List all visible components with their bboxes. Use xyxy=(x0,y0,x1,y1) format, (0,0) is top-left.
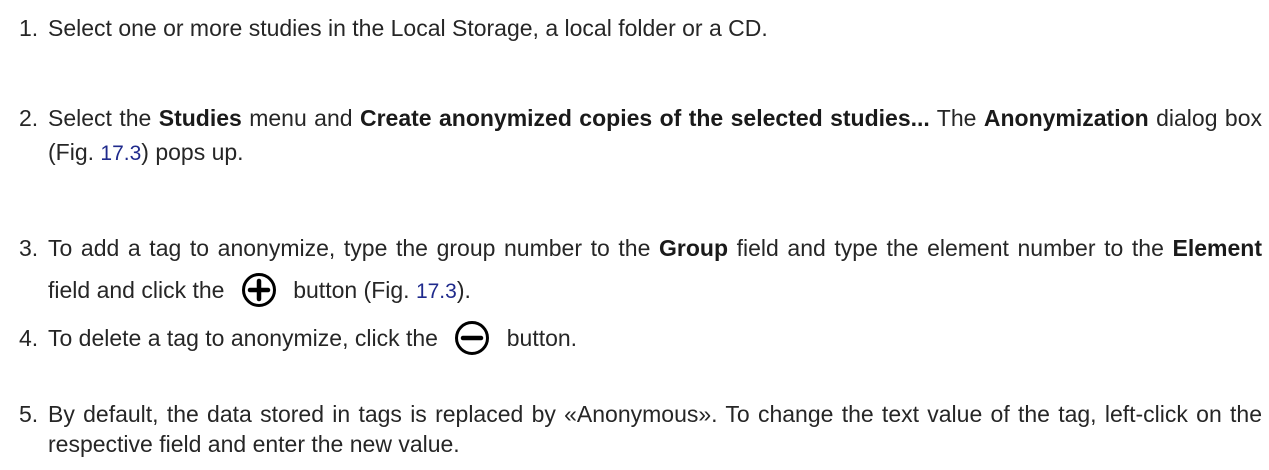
text-run: Select the xyxy=(48,105,159,131)
step-2: 2. Select the Studies menu and Create an… xyxy=(0,101,1262,171)
menu-item-create-anonymized: Create anonymized copies of the selected… xyxy=(359,105,930,131)
text-run: The xyxy=(929,105,984,131)
text-run: menu and xyxy=(241,105,360,131)
menu-name-studies: Studies xyxy=(158,105,242,131)
field-name-group: Group xyxy=(659,235,728,261)
step-number: 4. xyxy=(19,325,39,351)
figure-link[interactable]: 17.3 xyxy=(416,280,457,303)
text-run: ). xyxy=(456,277,471,303)
field-name-element: Element xyxy=(1172,235,1262,261)
step-number: 3. xyxy=(19,235,39,261)
text-run: button. xyxy=(500,325,578,351)
text-run: ) pops up. xyxy=(141,139,244,165)
step-1: 1. Select one or more studies in the Loc… xyxy=(0,11,1262,45)
minus-circle-icon xyxy=(454,320,490,356)
text-run: To add a tag to anonymize, type the grou… xyxy=(48,235,659,261)
text-run: field and type the element number to the xyxy=(728,235,1173,261)
step-text: To add a tag to anonymize, type the grou… xyxy=(48,227,1262,313)
plus-circle-icon xyxy=(241,272,277,308)
text-run: To delete a tag to anonymize, click the xyxy=(48,325,445,351)
step-text: Select the Studies menu and Create anony… xyxy=(48,101,1262,171)
step-text: By default, the data stored in tags is r… xyxy=(48,401,1262,457)
figure-link[interactable]: 17.3 xyxy=(100,142,141,165)
step-5: 5. By default, the data stored in tags i… xyxy=(0,399,1262,459)
step-4: 4. To delete a tag to anonymize, click t… xyxy=(0,320,1262,358)
step-number: 1. xyxy=(19,15,39,41)
text-run: button (Fig. xyxy=(286,277,416,303)
step-number: 2. xyxy=(19,105,39,131)
step-3: 3. To add a tag to anonymize, type the g… xyxy=(0,227,1262,313)
text-run: field and click the xyxy=(48,277,231,303)
dialog-name-anonymization: Anonymization xyxy=(983,105,1149,131)
step-text: To delete a tag to anonymize, click the … xyxy=(48,320,1262,358)
step-text: Select one or more studies in the Local … xyxy=(48,15,768,41)
step-number: 5. xyxy=(19,401,39,427)
